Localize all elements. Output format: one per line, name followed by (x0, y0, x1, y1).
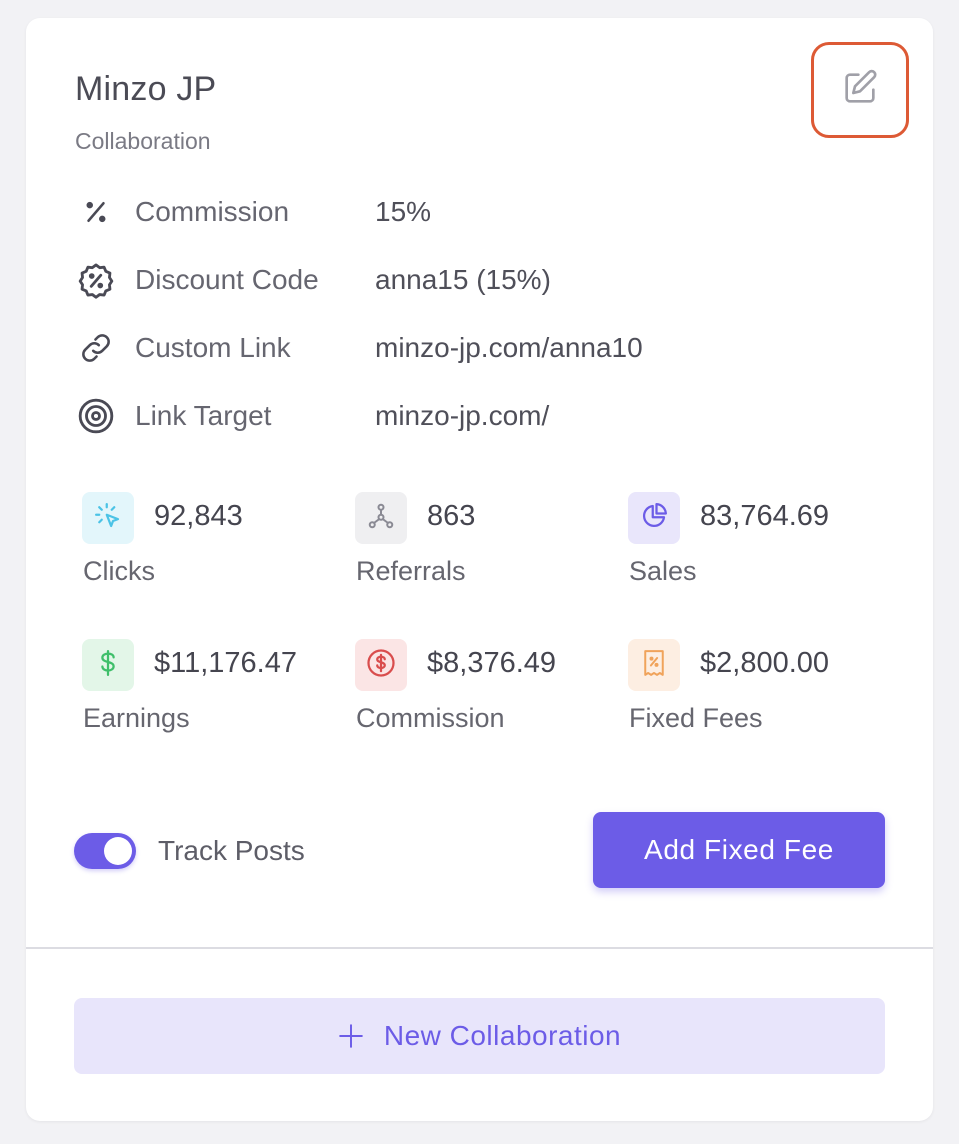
discount-badge-icon (76, 260, 116, 300)
info-value: 15% (375, 196, 432, 227)
stat-value: $11,176.47 (154, 647, 297, 679)
stat-referrals: 863 Referrals (355, 492, 615, 602)
pencil-square-icon (840, 68, 880, 113)
add-fixed-fee-button[interactable]: Add Fixed Fee (593, 812, 885, 888)
link-icon (76, 328, 116, 368)
info-row-link-target: Link Target minzo-jp.com/ (76, 396, 549, 436)
share-nodes-icon (366, 501, 396, 536)
cursor-click-icon (93, 501, 123, 536)
info-label: Commission (135, 196, 290, 227)
pie-chart-icon (639, 501, 669, 536)
new-collaboration-label: New Collaboration (383, 1020, 622, 1051)
stat-icon-bg (355, 639, 407, 691)
stat-clicks: 92,843 Clicks (82, 492, 342, 602)
stat-label: Earnings (83, 703, 190, 733)
info-row-discount-code: Discount Code anna15 (15%) (76, 260, 551, 300)
stat-icon-bg (628, 492, 680, 544)
stat-icon-bg (82, 639, 134, 691)
track-posts-label: Track Posts (158, 835, 305, 866)
target-icon (76, 396, 116, 436)
stat-value: 863 (427, 500, 476, 532)
stat-fixed-fees: $2,800.00 Fixed Fees (628, 639, 888, 749)
stat-value: 92,843 (154, 500, 243, 532)
page-subtitle: Collaboration (75, 128, 211, 154)
stat-label: Sales (629, 556, 697, 586)
stat-value: 83,764.69 (700, 500, 830, 532)
stat-commission: $8,376.49 Commission (355, 639, 615, 749)
info-row-custom-link: Custom Link minzo-jp.com/anna10 (76, 328, 643, 368)
stat-label: Commission (356, 703, 505, 733)
toggle-knob (104, 837, 132, 865)
stat-value: $2,800.00 (700, 647, 830, 679)
info-label: Link Target (135, 400, 272, 431)
receipt-percent-icon (639, 648, 669, 683)
stat-value: $8,376.49 (427, 647, 557, 679)
info-value[interactable]: minzo-jp.com/anna10 (375, 332, 643, 364)
info-value: anna15 (15%) (375, 264, 551, 295)
stat-icon-bg (355, 492, 407, 544)
percent-icon (76, 192, 116, 232)
stat-sales: 83,764.69 Sales (628, 492, 888, 602)
page-title: Minzo JP (75, 70, 217, 108)
stat-label: Fixed Fees (629, 703, 763, 733)
dollar-circle-icon (366, 648, 396, 683)
dollar-icon (93, 648, 123, 683)
stat-label: Referrals (356, 556, 466, 586)
track-posts-toggle[interactable] (74, 833, 136, 869)
info-label: Discount Code (135, 264, 319, 295)
info-row-commission: Commission 15% (76, 192, 431, 232)
stat-icon-bg (82, 492, 134, 544)
collaboration-card: Minzo JP Collaboration Commission 15% Di… (26, 18, 933, 1121)
stat-earnings: $11,176.47 Earnings (82, 639, 342, 749)
info-label: Custom Link (135, 332, 291, 363)
divider (26, 947, 933, 949)
stat-label: Clicks (83, 556, 155, 586)
stat-icon-bg (628, 639, 680, 691)
plus-icon (338, 1023, 364, 1049)
edit-button[interactable] (811, 42, 909, 138)
info-value[interactable]: minzo-jp.com/ (375, 400, 549, 432)
new-collaboration-button[interactable]: New Collaboration (74, 998, 885, 1074)
